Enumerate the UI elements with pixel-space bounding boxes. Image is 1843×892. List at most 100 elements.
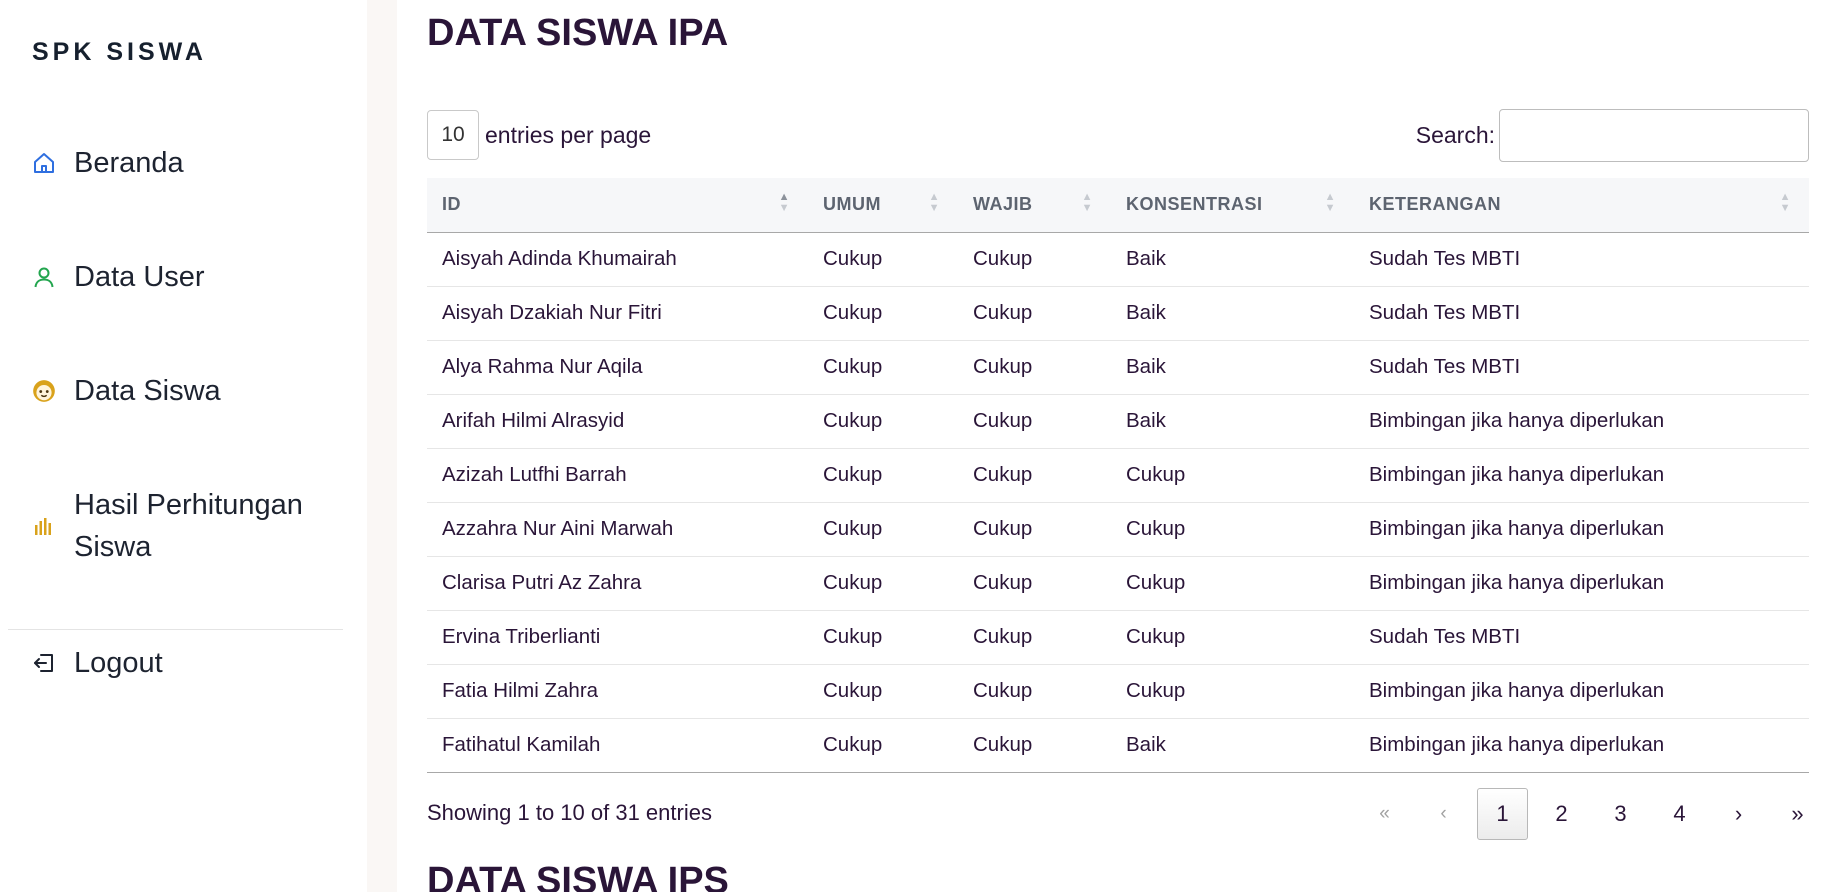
search-label: Search: bbox=[1415, 122, 1495, 148]
cell-keterangan: Bimbingan jika hanya diperlukan bbox=[1354, 502, 1809, 557]
table-row[interactable]: Azizah Lutfhi Barrah Cukup Cukup Cukup B… bbox=[427, 448, 1809, 503]
cell-wajib: Cukup bbox=[958, 394, 1111, 449]
cell-wajib: Cukup bbox=[958, 232, 1111, 287]
cell-umum: Cukup bbox=[808, 340, 958, 395]
cell-konsentrasi: Baik bbox=[1111, 340, 1354, 395]
table-row[interactable]: Fatia Hilmi Zahra Cukup Cukup Cukup Bimb… bbox=[427, 664, 1809, 719]
cell-wajib: Cukup bbox=[958, 340, 1111, 395]
pagination-page-1[interactable]: 1 bbox=[1477, 788, 1528, 840]
table-row[interactable]: Arifah Hilmi Alrasyid Cukup Cukup Baik B… bbox=[427, 394, 1809, 449]
cell-konsentrasi: Cukup bbox=[1111, 664, 1354, 719]
cell-keterangan: Sudah Tes MBTI bbox=[1354, 340, 1809, 395]
cell-wajib: Cukup bbox=[958, 610, 1111, 665]
cell-id: Ervina Triberlianti bbox=[427, 610, 808, 665]
cell-umum: Cukup bbox=[808, 232, 958, 287]
table-row[interactable]: Aisyah Adinda Khumairah Cukup Cukup Baik… bbox=[427, 232, 1809, 287]
cell-id: Fatia Hilmi Zahra bbox=[427, 664, 808, 719]
cell-id: Fatihatul Kamilah bbox=[427, 718, 808, 773]
page-title: DATA SISWA IPA bbox=[427, 12, 729, 54]
sidebar-divider bbox=[8, 629, 343, 630]
cell-wajib: Cukup bbox=[958, 664, 1111, 719]
cell-keterangan: Bimbingan jika hanya diperlukan bbox=[1354, 448, 1809, 503]
sort-icon: ▲ ▼ bbox=[928, 191, 940, 214]
cell-konsentrasi: Baik bbox=[1111, 286, 1354, 341]
column-header-wajib[interactable]: WAJIB ▲ ▼ bbox=[958, 178, 1111, 233]
pagination-last-button[interactable]: » bbox=[1772, 788, 1823, 840]
sidebar-item-logout[interactable]: Logout bbox=[30, 642, 163, 684]
entries-per-page: 10 entries per page bbox=[427, 110, 651, 160]
main-content: DATA SISWA IPA 10 entries per page Searc… bbox=[397, 0, 1843, 892]
table-row[interactable]: Ervina Triberlianti Cukup Cukup Cukup Su… bbox=[427, 610, 1809, 665]
face-icon bbox=[30, 377, 58, 405]
cell-umum: Cukup bbox=[808, 502, 958, 557]
cell-wajib: Cukup bbox=[958, 502, 1111, 557]
cell-umum: Cukup bbox=[808, 286, 958, 341]
entries-label: entries per page bbox=[485, 121, 652, 148]
cell-konsentrasi: Cukup bbox=[1111, 610, 1354, 665]
user-icon bbox=[30, 263, 58, 291]
data-table: ID ▲ ▼ UMUM ▲ ▼ WAJIB ▲ ▼ KONSENTRASI ▲ ▼ KETERA… bbox=[427, 178, 1809, 773]
cell-id: Aisyah Dzakiah Nur Fitri bbox=[427, 286, 808, 341]
cell-id: Azizah Lutfhi Barrah bbox=[427, 448, 808, 503]
cell-konsentrasi: Baik bbox=[1111, 718, 1354, 773]
logout-icon bbox=[30, 649, 58, 677]
cell-wajib: Cukup bbox=[958, 718, 1111, 773]
cell-id: Clarisa Putri Az Zahra bbox=[427, 556, 808, 611]
pagination-prev-button[interactable]: ‹ bbox=[1418, 788, 1469, 840]
cell-umum: Cukup bbox=[808, 610, 958, 665]
bar-chart-icon bbox=[30, 512, 58, 540]
column-header-konsentrasi[interactable]: KONSENTRASI ▲ ▼ bbox=[1111, 178, 1354, 233]
sidebar-item-data-siswa[interactable]: Data Siswa bbox=[30, 370, 221, 412]
cell-id: Azzahra Nur Aini Marwah bbox=[427, 502, 808, 557]
sort-icon: ▲ ▼ bbox=[1081, 191, 1093, 214]
cell-wajib: Cukup bbox=[958, 556, 1111, 611]
cell-keterangan: Bimbingan jika hanya diperlukan bbox=[1354, 718, 1809, 773]
table-row[interactable]: Alya Rahma Nur Aqila Cukup Cukup Baik Su… bbox=[427, 340, 1809, 395]
sidebar-item-data-user[interactable]: Data User bbox=[30, 256, 205, 298]
sidebar-item-label: Data User bbox=[74, 261, 205, 293]
section-title-ips: DATA SISWA IPS bbox=[427, 860, 729, 892]
pagination-next-button[interactable]: › bbox=[1713, 788, 1764, 840]
cell-id: Alya Rahma Nur Aqila bbox=[427, 340, 808, 395]
sidebar-item-label: Beranda bbox=[74, 147, 184, 179]
table-row[interactable]: Azzahra Nur Aini Marwah Cukup Cukup Cuku… bbox=[427, 502, 1809, 557]
cell-wajib: Cukup bbox=[958, 448, 1111, 503]
search-wrap: Search: bbox=[1416, 109, 1809, 162]
cell-konsentrasi: Cukup bbox=[1111, 448, 1354, 503]
pagination: « ‹ 1 2 3 4 › » bbox=[1351, 788, 1823, 840]
cell-id: Aisyah Adinda Khumairah bbox=[427, 232, 808, 287]
sidebar: SPK SISWA Beranda Data User Data Siswa H… bbox=[0, 0, 367, 892]
cell-keterangan: Bimbingan jika hanya diperlukan bbox=[1354, 664, 1809, 719]
cell-umum: Cukup bbox=[808, 556, 958, 611]
brand-logo[interactable]: SPK SISWA bbox=[32, 38, 207, 67]
column-header-id[interactable]: ID ▲ ▼ bbox=[427, 178, 808, 233]
pagination-first-button[interactable]: « bbox=[1359, 788, 1410, 840]
table-row[interactable]: Clarisa Putri Az Zahra Cukup Cukup Cukup… bbox=[427, 556, 1809, 611]
sidebar-item-label: Logout bbox=[74, 647, 163, 679]
sidebar-item-label: Data Siswa bbox=[74, 375, 221, 407]
cell-keterangan: Sudah Tes MBTI bbox=[1354, 286, 1809, 341]
cell-umum: Cukup bbox=[808, 394, 958, 449]
sort-icon: ▲ ▼ bbox=[778, 191, 790, 214]
pagination-page-3[interactable]: 3 bbox=[1595, 788, 1646, 840]
cell-umum: Cukup bbox=[808, 448, 958, 503]
cell-konsentrasi: Baik bbox=[1111, 232, 1354, 287]
entries-select[interactable]: 10 bbox=[427, 110, 479, 160]
cell-umum: Cukup bbox=[808, 664, 958, 719]
sort-icon: ▲ ▼ bbox=[1779, 191, 1791, 214]
cell-wajib: Cukup bbox=[958, 286, 1111, 341]
pagination-page-4[interactable]: 4 bbox=[1654, 788, 1705, 840]
column-header-keterangan[interactable]: KETERANGAN ▲ ▼ bbox=[1354, 178, 1809, 233]
table-header-row: ID ▲ ▼ UMUM ▲ ▼ WAJIB ▲ ▼ KONSENTRASI ▲ ▼ KETERA… bbox=[427, 178, 1809, 233]
table-info: Showing 1 to 10 of 31 entries bbox=[427, 800, 712, 825]
column-header-umum[interactable]: UMUM ▲ ▼ bbox=[808, 178, 958, 233]
cell-konsentrasi: Baik bbox=[1111, 394, 1354, 449]
search-input[interactable] bbox=[1499, 109, 1809, 162]
pagination-page-2[interactable]: 2 bbox=[1536, 788, 1587, 840]
sidebar-item-beranda[interactable]: Beranda bbox=[30, 142, 184, 184]
sidebar-item-hasil-perhitungan[interactable]: Hasil Perhitungan Siswa bbox=[30, 484, 334, 568]
cell-keterangan: Sudah Tes MBTI bbox=[1354, 232, 1809, 287]
cell-konsentrasi: Cukup bbox=[1111, 556, 1354, 611]
table-row[interactable]: Aisyah Dzakiah Nur Fitri Cukup Cukup Bai… bbox=[427, 286, 1809, 341]
table-row[interactable]: Fatihatul Kamilah Cukup Cukup Baik Bimbi… bbox=[427, 718, 1809, 773]
